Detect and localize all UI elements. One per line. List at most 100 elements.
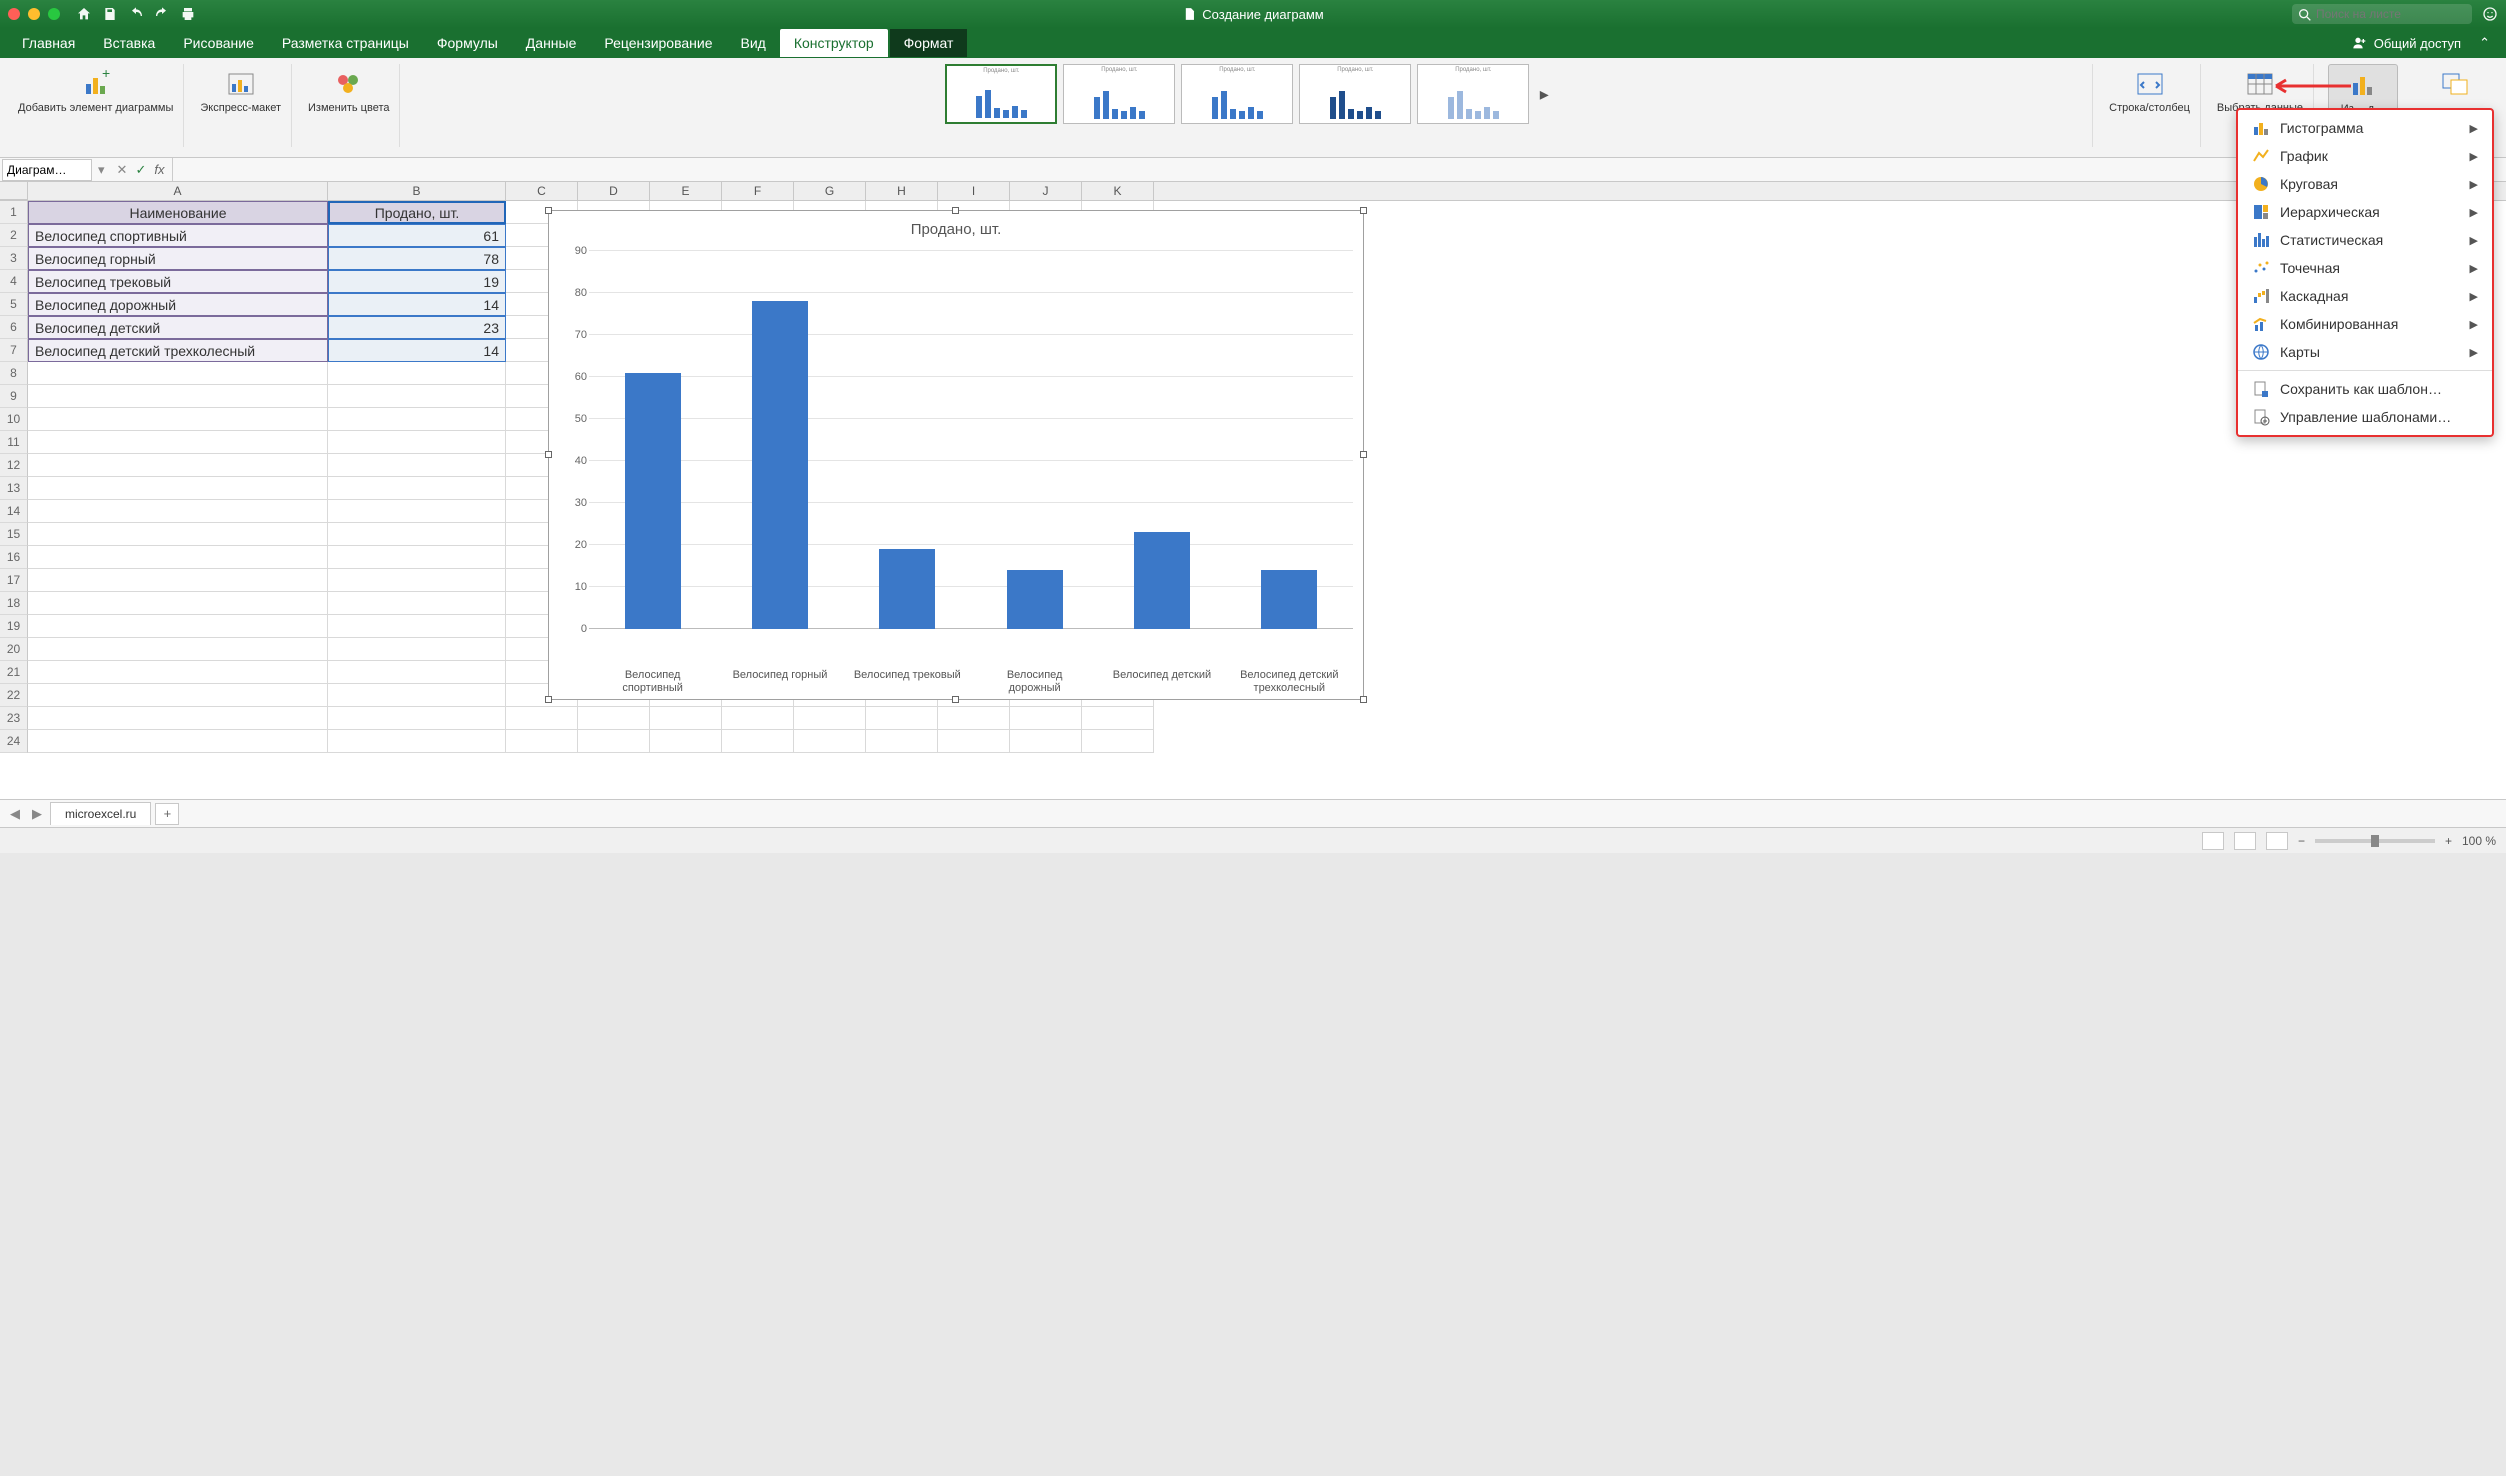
cell-B2[interactable]: 61: [328, 224, 506, 247]
cell-B14[interactable]: [328, 500, 506, 523]
chart-style-thumb[interactable]: Продано, шт.: [1063, 64, 1175, 124]
row-header-14[interactable]: 14: [0, 500, 28, 523]
cell-D24[interactable]: [578, 730, 650, 753]
cell-B20[interactable]: [328, 638, 506, 661]
chart-bar[interactable]: [625, 373, 681, 629]
column-header-K[interactable]: K: [1082, 182, 1154, 200]
sheet-nav-prev[interactable]: ◀: [6, 806, 24, 822]
chart-plot-area[interactable]: 0102030405060708090: [589, 251, 1353, 629]
switch-row-column-button[interactable]: Строка/столбец: [2107, 64, 2192, 119]
cell-B22[interactable]: [328, 684, 506, 707]
column-header-A[interactable]: A: [28, 182, 328, 200]
cell-A17[interactable]: [28, 569, 328, 592]
cell-A23[interactable]: [28, 707, 328, 730]
zoom-out-button[interactable]: −: [2298, 834, 2305, 848]
column-header-I[interactable]: I: [938, 182, 1010, 200]
share-button[interactable]: Общий доступ: [2352, 35, 2471, 51]
cell-B23[interactable]: [328, 707, 506, 730]
cell-G23[interactable]: [794, 707, 866, 730]
maximize-window[interactable]: [48, 8, 60, 20]
cell-B13[interactable]: [328, 477, 506, 500]
chart-bar[interactable]: [1134, 532, 1190, 629]
collapse-ribbon-icon[interactable]: ⌃: [2471, 35, 2498, 51]
cell-A16[interactable]: [28, 546, 328, 569]
cell-B3[interactable]: 78: [328, 247, 506, 270]
fx-icon[interactable]: fx: [154, 162, 164, 177]
cell-B10[interactable]: [328, 408, 506, 431]
column-header-C[interactable]: C: [506, 182, 578, 200]
cell-A19[interactable]: [28, 615, 328, 638]
cell-A10[interactable]: [28, 408, 328, 431]
cell-K24[interactable]: [1082, 730, 1154, 753]
cell-B1[interactable]: Продано, шт.: [328, 201, 506, 224]
cell-A20[interactable]: [28, 638, 328, 661]
cell-B8[interactable]: [328, 362, 506, 385]
column-header-G[interactable]: G: [794, 182, 866, 200]
row-header-19[interactable]: 19: [0, 615, 28, 638]
column-header-J[interactable]: J: [1010, 182, 1082, 200]
column-header-E[interactable]: E: [650, 182, 722, 200]
cell-E23[interactable]: [650, 707, 722, 730]
sheet-tab-active[interactable]: microexcel.ru: [50, 802, 151, 825]
cell-B6[interactable]: 23: [328, 316, 506, 339]
cell-J24[interactable]: [1010, 730, 1082, 753]
row-header-13[interactable]: 13: [0, 477, 28, 500]
menu-combo[interactable]: Комбинированная▶: [2238, 310, 2492, 338]
cell-B17[interactable]: [328, 569, 506, 592]
save-icon[interactable]: [102, 6, 118, 22]
cell-A15[interactable]: [28, 523, 328, 546]
cell-C24[interactable]: [506, 730, 578, 753]
cell-G24[interactable]: [794, 730, 866, 753]
tab-layout[interactable]: Разметка страницы: [268, 29, 423, 57]
cell-H24[interactable]: [866, 730, 938, 753]
menu-scatter[interactable]: Точечная▶: [2238, 254, 2492, 282]
name-box[interactable]: [2, 159, 92, 181]
view-page-layout-button[interactable]: [2234, 832, 2256, 850]
tab-design[interactable]: Конструктор: [780, 29, 888, 57]
row-header-3[interactable]: 3: [0, 247, 28, 270]
cell-F24[interactable]: [722, 730, 794, 753]
cell-A24[interactable]: [28, 730, 328, 753]
cell-A3[interactable]: Велосипед горный: [28, 247, 328, 270]
cell-E24[interactable]: [650, 730, 722, 753]
redo-icon[interactable]: [154, 6, 170, 22]
cell-B16[interactable]: [328, 546, 506, 569]
menu-manage-templates[interactable]: Управление шаблонами…: [2238, 403, 2492, 431]
select-all-corner[interactable]: [0, 182, 28, 200]
row-header-9[interactable]: 9: [0, 385, 28, 408]
chart-bar[interactable]: [879, 549, 935, 629]
cell-J23[interactable]: [1010, 707, 1082, 730]
chart-style-thumb[interactable]: Продано, шт.: [1299, 64, 1411, 124]
row-header-24[interactable]: 24: [0, 730, 28, 753]
zoom-in-button[interactable]: +: [2445, 834, 2452, 848]
add-sheet-button[interactable]: +: [155, 803, 179, 825]
cell-A5[interactable]: Велосипед дорожный: [28, 293, 328, 316]
cell-F23[interactable]: [722, 707, 794, 730]
tab-insert[interactable]: Вставка: [89, 29, 169, 57]
enter-icon[interactable]: ✓: [135, 162, 146, 178]
column-header-F[interactable]: F: [722, 182, 794, 200]
menu-maps[interactable]: Карты▶: [2238, 338, 2492, 366]
cell-B5[interactable]: 14: [328, 293, 506, 316]
row-header-21[interactable]: 21: [0, 661, 28, 684]
home-icon[interactable]: [76, 6, 92, 22]
row-header-12[interactable]: 12: [0, 454, 28, 477]
row-header-23[interactable]: 23: [0, 707, 28, 730]
menu-line[interactable]: График▶: [2238, 142, 2492, 170]
cell-A13[interactable]: [28, 477, 328, 500]
chart-style-thumb[interactable]: Продано, шт.: [1181, 64, 1293, 124]
chart-title[interactable]: Продано, шт.: [549, 211, 1363, 244]
cell-B15[interactable]: [328, 523, 506, 546]
sheet-nav-next[interactable]: ▶: [28, 806, 46, 822]
tab-review[interactable]: Рецензирование: [590, 29, 726, 57]
chart-bar[interactable]: [1261, 570, 1317, 629]
cell-B11[interactable]: [328, 431, 506, 454]
minimize-window[interactable]: [28, 8, 40, 20]
cell-A12[interactable]: [28, 454, 328, 477]
zoom-slider[interactable]: [2315, 839, 2435, 843]
row-header-7[interactable]: 7: [0, 339, 28, 362]
tab-draw[interactable]: Рисование: [169, 29, 268, 57]
embedded-chart[interactable]: Продано, шт. 0102030405060708090 Велосип…: [548, 210, 1364, 700]
cell-D23[interactable]: [578, 707, 650, 730]
chart-bar[interactable]: [1007, 570, 1063, 629]
